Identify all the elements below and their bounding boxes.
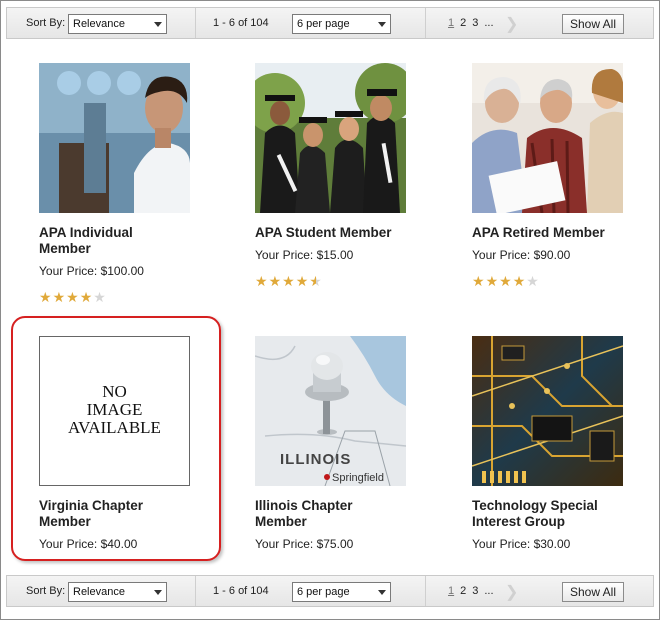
page-ellipsis: ...	[484, 17, 494, 29]
star-icon: ★	[472, 273, 486, 289]
sort-by-label: Sort By:	[26, 585, 66, 597]
per-page-value: 6 per page	[297, 586, 350, 598]
toolbar-bottom: Sort By: Relevance 1 - 6 of 104 6 per pa…	[6, 575, 654, 607]
star-icon: ★	[79, 289, 94, 305]
star-icon: ★	[268, 273, 283, 289]
product-name[interactable]: Virginia Chapter Member	[39, 498, 219, 530]
man-profile-photo-icon	[39, 63, 190, 213]
product-name-line: Member	[39, 241, 91, 256]
product-name[interactable]: APA Student Member	[255, 225, 435, 241]
graduates-photo-icon	[255, 63, 406, 213]
star-icon: ★	[39, 289, 53, 305]
star-icon: ★	[255, 273, 269, 289]
product-price: Your Price: $90.00	[472, 248, 571, 262]
placeholder-text: AVAILABLE	[68, 418, 161, 437]
star-icon: ★	[282, 273, 296, 289]
product-image[interactable]: ILLINOIS Springfield	[255, 336, 406, 486]
product-image[interactable]	[472, 63, 623, 213]
dropdown-arrow-icon	[378, 590, 386, 595]
star-icon: ★	[499, 273, 513, 289]
star-icon: ★	[512, 273, 527, 289]
results-range: 1 - 6 of 104	[213, 585, 269, 597]
sort-by-value: Relevance	[73, 18, 125, 30]
page-link-2[interactable]: 2	[460, 17, 466, 29]
product-name-line: Member	[255, 514, 307, 529]
chevron-right-icon[interactable]: ❯	[505, 14, 518, 34]
per-page-select[interactable]: 6 per page	[292, 14, 391, 34]
show-all-button[interactable]: Show All	[562, 582, 624, 602]
chevron-right-icon[interactable]: ❯	[505, 582, 518, 602]
dropdown-arrow-icon	[378, 22, 386, 27]
page-link-2[interactable]: 2	[460, 585, 466, 597]
page-link-3[interactable]: 3	[472, 585, 478, 597]
toolbar-divider	[425, 576, 426, 606]
placeholder-text: NO	[102, 382, 127, 401]
star-icon: ★	[52, 289, 67, 305]
rating-stars: ★★★★★	[39, 289, 107, 306]
product-name-line: APA Retired Member	[472, 225, 605, 240]
map-city-label: Springfield	[332, 472, 384, 484]
product-price: Your Price: $100.00	[39, 264, 144, 278]
toolbar-divider	[425, 8, 426, 38]
per-page-value: 6 per page	[297, 18, 350, 30]
page-link-1[interactable]: 1	[448, 585, 454, 597]
product-name[interactable]: APA Individual Member	[39, 225, 219, 257]
sort-by-label: Sort By:	[26, 17, 66, 29]
toolbar-top: Sort By: Relevance 1 - 6 of 104 6 per pa…	[6, 7, 654, 39]
product-name-line: Technology Special	[472, 498, 598, 513]
product-price: Your Price: $40.00	[39, 537, 138, 551]
product-name[interactable]: APA Retired Member	[472, 225, 652, 241]
star-icon: ★	[485, 273, 500, 289]
product-image[interactable]	[39, 63, 190, 213]
no-image-placeholder[interactable]: NO IMAGE AVAILABLE	[39, 336, 190, 486]
product-name-line: APA Individual	[39, 225, 133, 240]
star-half-icon: ★	[309, 273, 323, 289]
per-page-select[interactable]: 6 per page	[292, 582, 391, 602]
results-range: 1 - 6 of 104	[213, 17, 269, 29]
circuit-board-photo-icon	[472, 336, 623, 486]
star-empty-icon: ★	[93, 289, 107, 305]
product-name[interactable]: Technology Special Interest Group	[472, 498, 652, 530]
product-price: Your Price: $30.00	[472, 537, 571, 551]
product-price: Your Price: $75.00	[255, 537, 354, 551]
rating-stars: ★★★★★	[472, 273, 540, 290]
map-state-label: ILLINOIS	[280, 451, 351, 468]
product-name-line: APA Student Member	[255, 225, 392, 240]
star-icon: ★	[66, 289, 80, 305]
product-name-line: Member	[39, 514, 91, 529]
page-link-1[interactable]: 1	[448, 17, 454, 29]
product-image[interactable]	[255, 63, 406, 213]
dropdown-arrow-icon	[154, 590, 162, 595]
toolbar-divider	[195, 576, 196, 606]
seniors-photo-icon	[472, 63, 623, 213]
product-price: Your Price: $15.00	[255, 248, 354, 262]
illinois-map-pushpin-photo-icon: ILLINOIS Springfield	[255, 336, 406, 486]
dropdown-arrow-icon	[154, 22, 162, 27]
sort-by-value: Relevance	[73, 586, 125, 598]
product-name-line: Interest Group	[472, 514, 566, 529]
page-ellipsis: ...	[484, 585, 494, 597]
star-icon: ★	[295, 273, 310, 289]
star-empty-icon: ★	[526, 273, 540, 289]
pagination: 1 2 3... ❯	[448, 16, 518, 33]
product-name-line: Illinois Chapter	[255, 498, 353, 513]
placeholder-text: IMAGE	[86, 400, 143, 419]
sort-by-select[interactable]: Relevance	[68, 14, 167, 34]
page-link-3[interactable]: 3	[472, 17, 478, 29]
pagination: 1 2 3... ❯	[448, 584, 518, 601]
toolbar-divider	[195, 8, 196, 38]
product-name-line: Virginia Chapter	[39, 498, 144, 513]
rating-stars: ★★★★★	[255, 273, 323, 290]
show-all-button[interactable]: Show All	[562, 14, 624, 34]
product-image[interactable]	[472, 336, 623, 486]
sort-by-select[interactable]: Relevance	[68, 582, 167, 602]
product-name[interactable]: Illinois Chapter Member	[255, 498, 435, 530]
